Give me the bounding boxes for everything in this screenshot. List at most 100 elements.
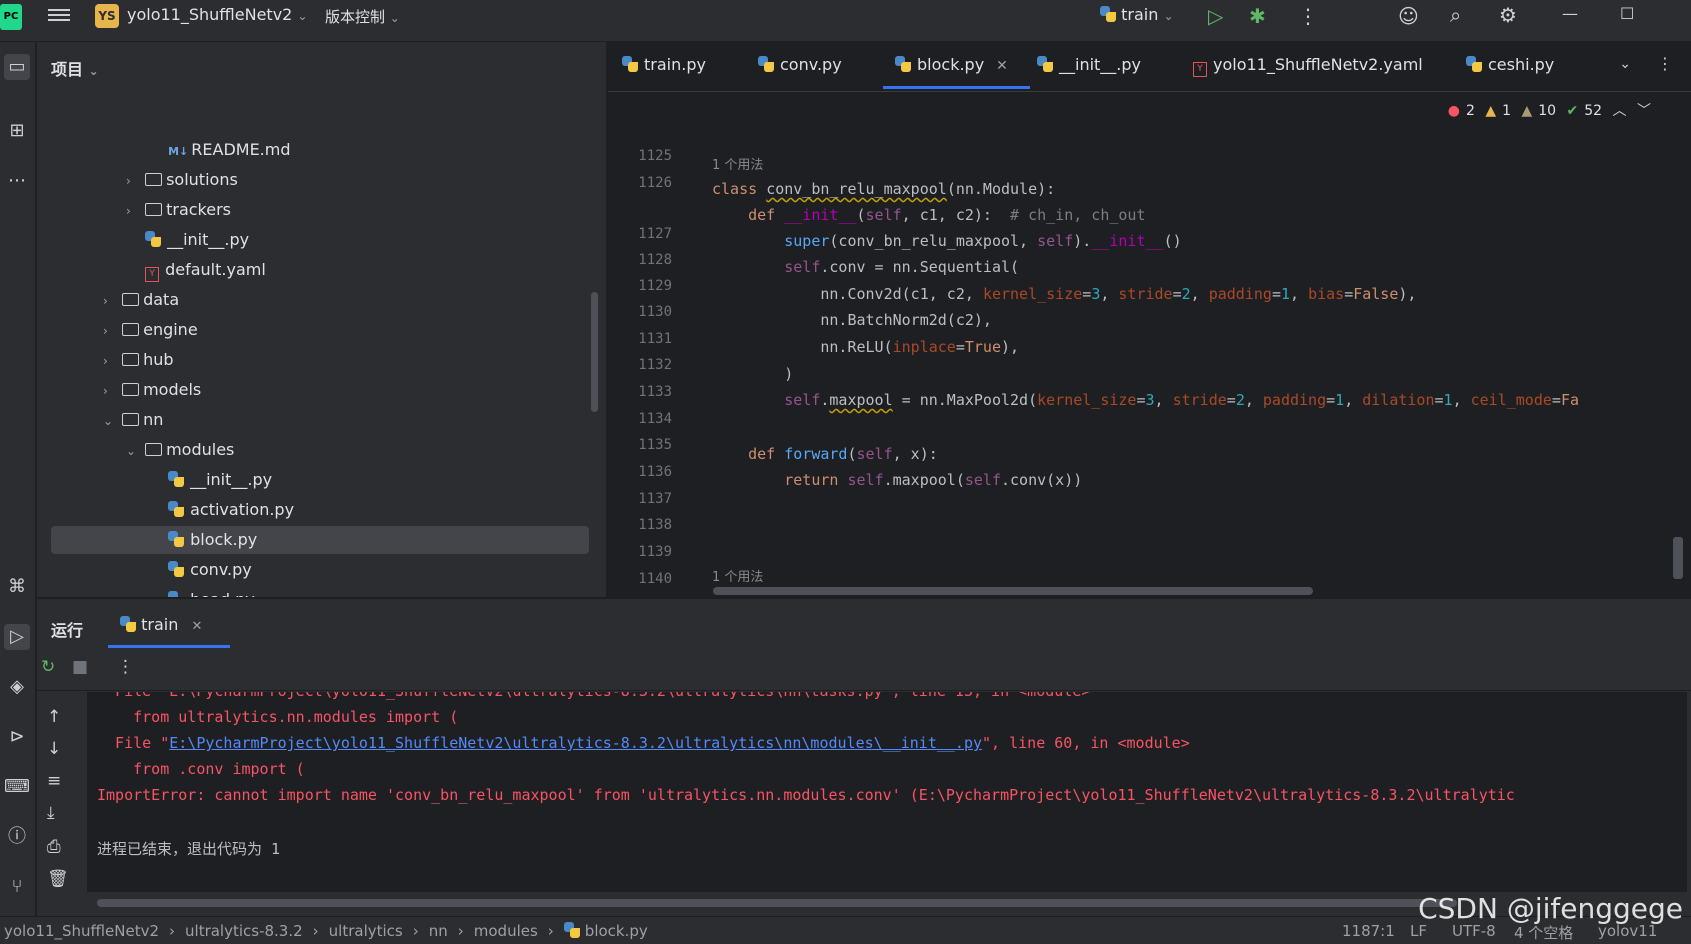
tree-item[interactable]: conv.py <box>37 556 597 584</box>
line-number: 1137 <box>638 491 672 507</box>
prev-highlight-icon[interactable]: ︿ <box>1613 103 1627 119</box>
code-line[interactable]: def forward(self, x): <box>712 445 938 463</box>
editor-tab[interactable]: ceshi.py <box>1466 55 1554 74</box>
editor-tab[interactable]: train.py <box>622 55 706 74</box>
tree-item[interactable]: › hub <box>37 346 597 374</box>
breadcrumb-item[interactable]: ultralytics <box>329 922 403 940</box>
console-horizontal-scrollbar[interactable] <box>97 899 1457 907</box>
code-line[interactable]: return self.maxpool(self.conv(x)) <box>712 471 1082 489</box>
close-icon[interactable]: ✕ <box>191 619 202 634</box>
editor-horizontal-scrollbar[interactable] <box>713 587 1313 595</box>
minimize-icon[interactable]: — <box>1562 4 1578 23</box>
expand-chevron-icon[interactable]: › <box>126 197 140 225</box>
run-tool-icon[interactable]: ▷ <box>4 624 30 650</box>
breadcrumb-item[interactable]: ultralytics-8.3.2 <box>185 922 303 940</box>
breadcrumb-item[interactable]: modules <box>474 922 538 940</box>
breadcrumb-item[interactable]: nn <box>429 922 448 940</box>
tree-item[interactable]: activation.py <box>37 496 597 524</box>
inspection-widget[interactable]: ● 2 ▲ 1 ▲ 10 ✔ 52 ︿ ﹀ <box>1442 100 1651 120</box>
code-line[interactable]: super(conv_bn_relu_maxpool, self).__init… <box>712 232 1181 250</box>
settings-icon[interactable]: ⚙ <box>1499 3 1517 27</box>
tree-item[interactable]: › solutions <box>37 166 597 194</box>
code-line[interactable]: ) <box>712 365 793 383</box>
tabs-dropdown-icon[interactable]: ⌄ <box>1619 56 1631 72</box>
editor-tab[interactable]: conv.py <box>758 55 842 74</box>
breadcrumb-item[interactable]: block.py <box>585 922 648 940</box>
tree-item[interactable]: › engine <box>37 316 597 344</box>
run-more-icon[interactable]: ⋮ <box>117 657 134 677</box>
code-line[interactable]: nn.ReLU(inplace=True), <box>712 338 1019 356</box>
editor-tab[interactable]: block.py ✕ <box>883 55 1030 89</box>
tree-item[interactable]: › models <box>37 376 597 404</box>
stop-icon[interactable]: ■ <box>72 657 88 677</box>
expand-chevron-icon[interactable]: › <box>103 317 117 345</box>
project-switcher[interactable]: yolo11_ShuffleNetv2 ⌄ <box>127 5 308 24</box>
next-highlight-icon[interactable]: ﹀ <box>1637 103 1651 119</box>
ok-count: 52 <box>1584 103 1603 119</box>
project-tool-icon[interactable]: ▭ <box>4 54 30 80</box>
print-icon[interactable]: ⎙ <box>47 837 61 857</box>
tree-item[interactable]: __init__.py <box>37 226 597 254</box>
git-tool-icon[interactable]: ⑂ <box>4 874 30 900</box>
more-actions-icon[interactable]: ⋮ <box>1298 4 1318 28</box>
run-config-selector[interactable]: train ⌄ <box>1100 5 1174 24</box>
project-badge[interactable]: YS <box>95 4 119 28</box>
project-panel-title[interactable]: 项目 ⌄ <box>51 56 99 80</box>
code-line[interactable]: class conv_bn_relu_maxpool(nn.Module): <box>712 180 1055 198</box>
search-icon[interactable]: ⌕ <box>1450 3 1461 27</box>
run-tab-train[interactable]: train ✕ <box>107 615 231 648</box>
editor-tab[interactable]: Yyolo11_ShuffleNetv2.yaml <box>1193 55 1423 77</box>
tree-item[interactable]: › data <box>37 286 597 314</box>
tree-item[interactable]: › trackers <box>37 196 597 224</box>
code-line[interactable]: self.conv = nn.Sequential( <box>712 258 1019 276</box>
more-tools-icon[interactable]: ⋯ <box>4 168 30 194</box>
tree-item[interactable]: ⌄ nn <box>37 406 597 434</box>
expand-chevron-icon[interactable]: › <box>103 287 117 315</box>
tabs-more-icon[interactable]: ⋮ <box>1657 54 1673 73</box>
tree-item[interactable]: Ydefault.yaml <box>37 256 597 284</box>
code-line[interactable]: nn.BatchNorm2d(c2), <box>712 311 992 329</box>
project-scrollbar[interactable] <box>591 292 598 412</box>
tree-item[interactable]: ⌄ modules <box>37 436 597 464</box>
add-user-icon[interactable]: ☺ <box>1398 4 1419 28</box>
services-tool-icon[interactable]: ⊳ <box>4 724 30 750</box>
tree-item[interactable]: block.py <box>51 526 589 554</box>
tree-item[interactable]: M↓ README.md <box>37 136 597 164</box>
editor-scroll-marker[interactable] <box>1673 537 1683 579</box>
usage-hint[interactable]: 1 个用法 <box>712 566 763 585</box>
tree-item[interactable]: __init__.py <box>37 466 597 494</box>
maximize-icon[interactable]: ☐ <box>1620 4 1634 23</box>
clear-icon[interactable]: 🗑 <box>47 869 69 889</box>
run-icon[interactable]: ▷ <box>1208 4 1223 28</box>
file-link[interactable]: E:\PycharmProject\yolo11_ShuffleNetv2\ul… <box>169 734 982 752</box>
usage-hint[interactable]: 1 个用法 <box>712 154 763 173</box>
console-output[interactable]: File "E:\PycharmProject\yolo11_ShuffleNe… <box>87 692 1687 892</box>
expand-chevron-icon[interactable]: ⌄ <box>126 437 140 465</box>
code-line[interactable]: self.maxpool = nn.MaxPool2d(kernel_size=… <box>712 391 1579 409</box>
scroll-down-icon[interactable]: ↓ <box>47 739 61 759</box>
caret-position[interactable]: 1187:1 <box>1342 922 1395 940</box>
expand-chevron-icon[interactable]: ⌄ <box>103 407 117 435</box>
tree-item[interactable]: head.py <box>37 586 597 597</box>
expand-chevron-icon[interactable]: › <box>103 347 117 375</box>
indent-setting[interactable]: 4 个空格 <box>1514 922 1573 943</box>
code-line[interactable]: nn.Conv2d(c1, c2, kernel_size=3, stride=… <box>712 285 1416 303</box>
editor-tab[interactable]: __init__.py <box>1037 55 1141 74</box>
vcs-menu[interactable]: 版本控制 ⌄ <box>325 6 400 27</box>
soft-wrap-icon[interactable]: ≡ <box>47 771 61 791</box>
code-line[interactable]: def __init__(self, c1, c2): # ch_in, ch_… <box>712 206 1145 224</box>
layers-tool-icon[interactable]: ◈ <box>4 674 30 700</box>
expand-chevron-icon[interactable]: › <box>103 377 117 405</box>
problems-tool-icon[interactable]: ⓘ <box>4 824 30 850</box>
terminal-tool-icon[interactable]: ⌨ <box>4 774 30 800</box>
breadcrumb-item[interactable]: yolo11_ShuffleNetv2 <box>4 922 159 940</box>
rerun-icon[interactable]: ↻ <box>41 657 55 677</box>
scroll-to-end-icon[interactable]: ⤓ <box>47 803 55 823</box>
main-menu-icon[interactable] <box>48 6 70 26</box>
expand-chevron-icon[interactable]: › <box>126 167 140 195</box>
debug-icon[interactable]: ✱ <box>1249 4 1266 28</box>
structure-tool-icon[interactable]: ⊞ <box>4 118 30 144</box>
python-console-icon[interactable]: ⌘ <box>4 574 30 600</box>
close-icon[interactable]: ✕ <box>996 58 1008 74</box>
scroll-up-icon[interactable]: ↑ <box>47 707 61 727</box>
